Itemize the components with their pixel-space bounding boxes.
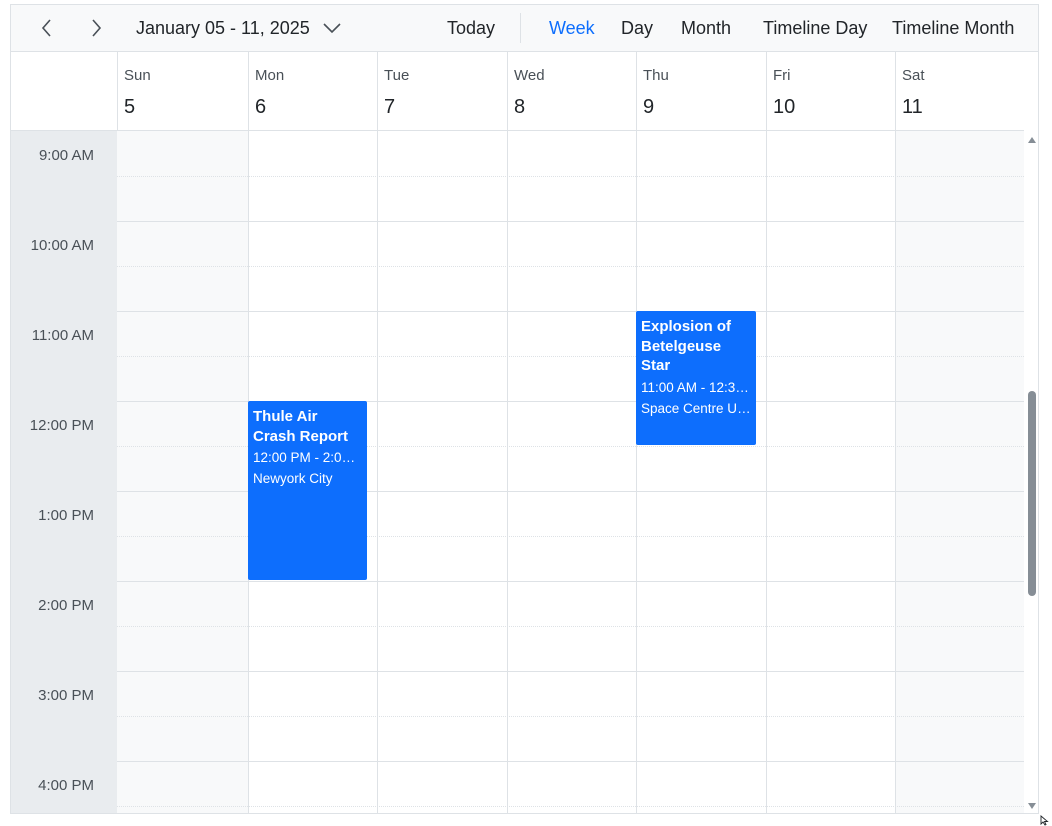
- chevron-right-icon: [92, 19, 102, 37]
- view-timeline-month-button[interactable]: Timeline Month: [892, 5, 1014, 51]
- day-number[interactable]: 8: [514, 96, 525, 119]
- day-column-tue[interactable]: [377, 131, 507, 813]
- scroll-up-arrow-icon[interactable]: [1028, 137, 1036, 143]
- day-name: Tue: [384, 67, 410, 84]
- prev-button[interactable]: [33, 5, 61, 51]
- appointment-time: 12:00 PM - 2:00 PM: [253, 450, 362, 465]
- hour-line: [117, 761, 1024, 762]
- day-name: Mon: [255, 67, 285, 84]
- day-number[interactable]: 6: [255, 96, 266, 119]
- appointment-title: Thule Air Crash Report: [253, 408, 349, 445]
- scrollbar-thumb[interactable]: [1028, 391, 1036, 596]
- day-column-sun[interactable]: [117, 131, 248, 813]
- hour-line: [117, 671, 1024, 672]
- scheduler-toolbar: January 05 - 11, 2025 Today Week Day Mon…: [11, 5, 1038, 52]
- date-range-selector[interactable]: January 05 - 11, 2025: [136, 5, 342, 51]
- half-hour-line: [117, 176, 1024, 177]
- time-column: 9:00 AM 10:00 AM 11:00 AM 12:00 PM 1:00 …: [11, 131, 117, 813]
- view-day-button[interactable]: Day: [621, 5, 653, 51]
- day-name: Sat: [902, 67, 925, 84]
- day-header-tue[interactable]: Tue 7: [377, 52, 507, 130]
- appointment-time: 11:00 AM - 12:30 PM: [641, 379, 751, 395]
- day-column-thu[interactable]: [636, 131, 766, 813]
- time-label: 3:00 PM: [38, 687, 94, 704]
- hour-line: [117, 311, 1024, 312]
- day-name: Sun: [124, 67, 151, 84]
- view-month-button[interactable]: Month: [681, 5, 731, 51]
- chevron-left-icon: [41, 19, 51, 37]
- calendar-body: 9:00 AM 10:00 AM 11:00 AM 12:00 PM 1:00 …: [11, 131, 1024, 813]
- view-timeline-day-button[interactable]: Timeline Day: [763, 5, 867, 51]
- day-name: Fri: [773, 67, 791, 84]
- day-column-wed[interactable]: [507, 131, 636, 813]
- hour-line: [117, 221, 1024, 222]
- time-label: 1:00 PM: [38, 507, 94, 524]
- time-label: 11:00 AM: [31, 327, 94, 344]
- day-number[interactable]: 7: [384, 96, 395, 119]
- next-button[interactable]: [82, 5, 110, 51]
- mouse-cursor-icon: [1040, 815, 1049, 826]
- scroll-down-arrow-icon[interactable]: [1028, 803, 1036, 809]
- time-label: 9:00 AM: [38, 147, 94, 164]
- half-hour-line: [117, 716, 1024, 717]
- day-name: Wed: [514, 67, 545, 84]
- day-header-fri[interactable]: Fri 10: [766, 52, 895, 130]
- day-column-sat[interactable]: [895, 131, 1024, 813]
- appointment-location: Newyork City: [253, 471, 333, 486]
- day-header-thu[interactable]: Thu 9: [636, 52, 766, 130]
- time-label: 12:00 PM: [29, 417, 94, 434]
- day-header-wed[interactable]: Wed 8: [507, 52, 636, 130]
- scheduler: January 05 - 11, 2025 Today Week Day Mon…: [10, 4, 1039, 814]
- time-label: 2:00 PM: [38, 597, 94, 614]
- day-number[interactable]: 11: [902, 96, 923, 119]
- half-hour-line: [117, 356, 1024, 357]
- day-name: Thu: [643, 67, 669, 84]
- time-label: 10:00 AM: [30, 237, 94, 254]
- day-header-sat[interactable]: Sat 11: [895, 52, 1024, 130]
- day-header-mon[interactable]: Mon 6: [248, 52, 377, 130]
- hour-line: [117, 581, 1024, 582]
- appointment-location: Space Centre USA: [641, 400, 751, 416]
- view-week-button[interactable]: Week: [549, 5, 595, 51]
- vertical-scrollbar[interactable]: [1024, 131, 1038, 813]
- day-header-sun[interactable]: Sun 5: [117, 52, 248, 130]
- calendar-grid: Thule Air Crash Report 12:00 PM - 2:00 P…: [117, 131, 1024, 813]
- appointment-card[interactable]: Thule Air Crash Report 12:00 PM - 2:00 P…: [248, 401, 367, 580]
- date-range-label: January 05 - 11, 2025: [136, 17, 310, 38]
- appointment-card[interactable]: Explosion of Betelgeuse Star 11:00 AM - …: [636, 311, 756, 445]
- appointment-title: Explosion of Betelgeuse Star: [641, 318, 731, 374]
- chevron-down-icon: [323, 23, 341, 34]
- day-number[interactable]: 10: [773, 96, 795, 119]
- day-number[interactable]: 9: [643, 96, 654, 119]
- half-hour-line: [117, 806, 1024, 807]
- time-label: 4:00 PM: [38, 777, 94, 794]
- day-header-row: Sun 5 Mon 6 Tue 7 Wed 8 Thu 9 Fri 10 Sat…: [11, 52, 1024, 131]
- toolbar-divider: [520, 13, 521, 43]
- day-number[interactable]: 5: [124, 96, 135, 119]
- today-button[interactable]: Today: [447, 5, 495, 51]
- half-hour-line: [117, 266, 1024, 267]
- half-hour-line: [117, 626, 1024, 627]
- day-column-fri[interactable]: [766, 131, 895, 813]
